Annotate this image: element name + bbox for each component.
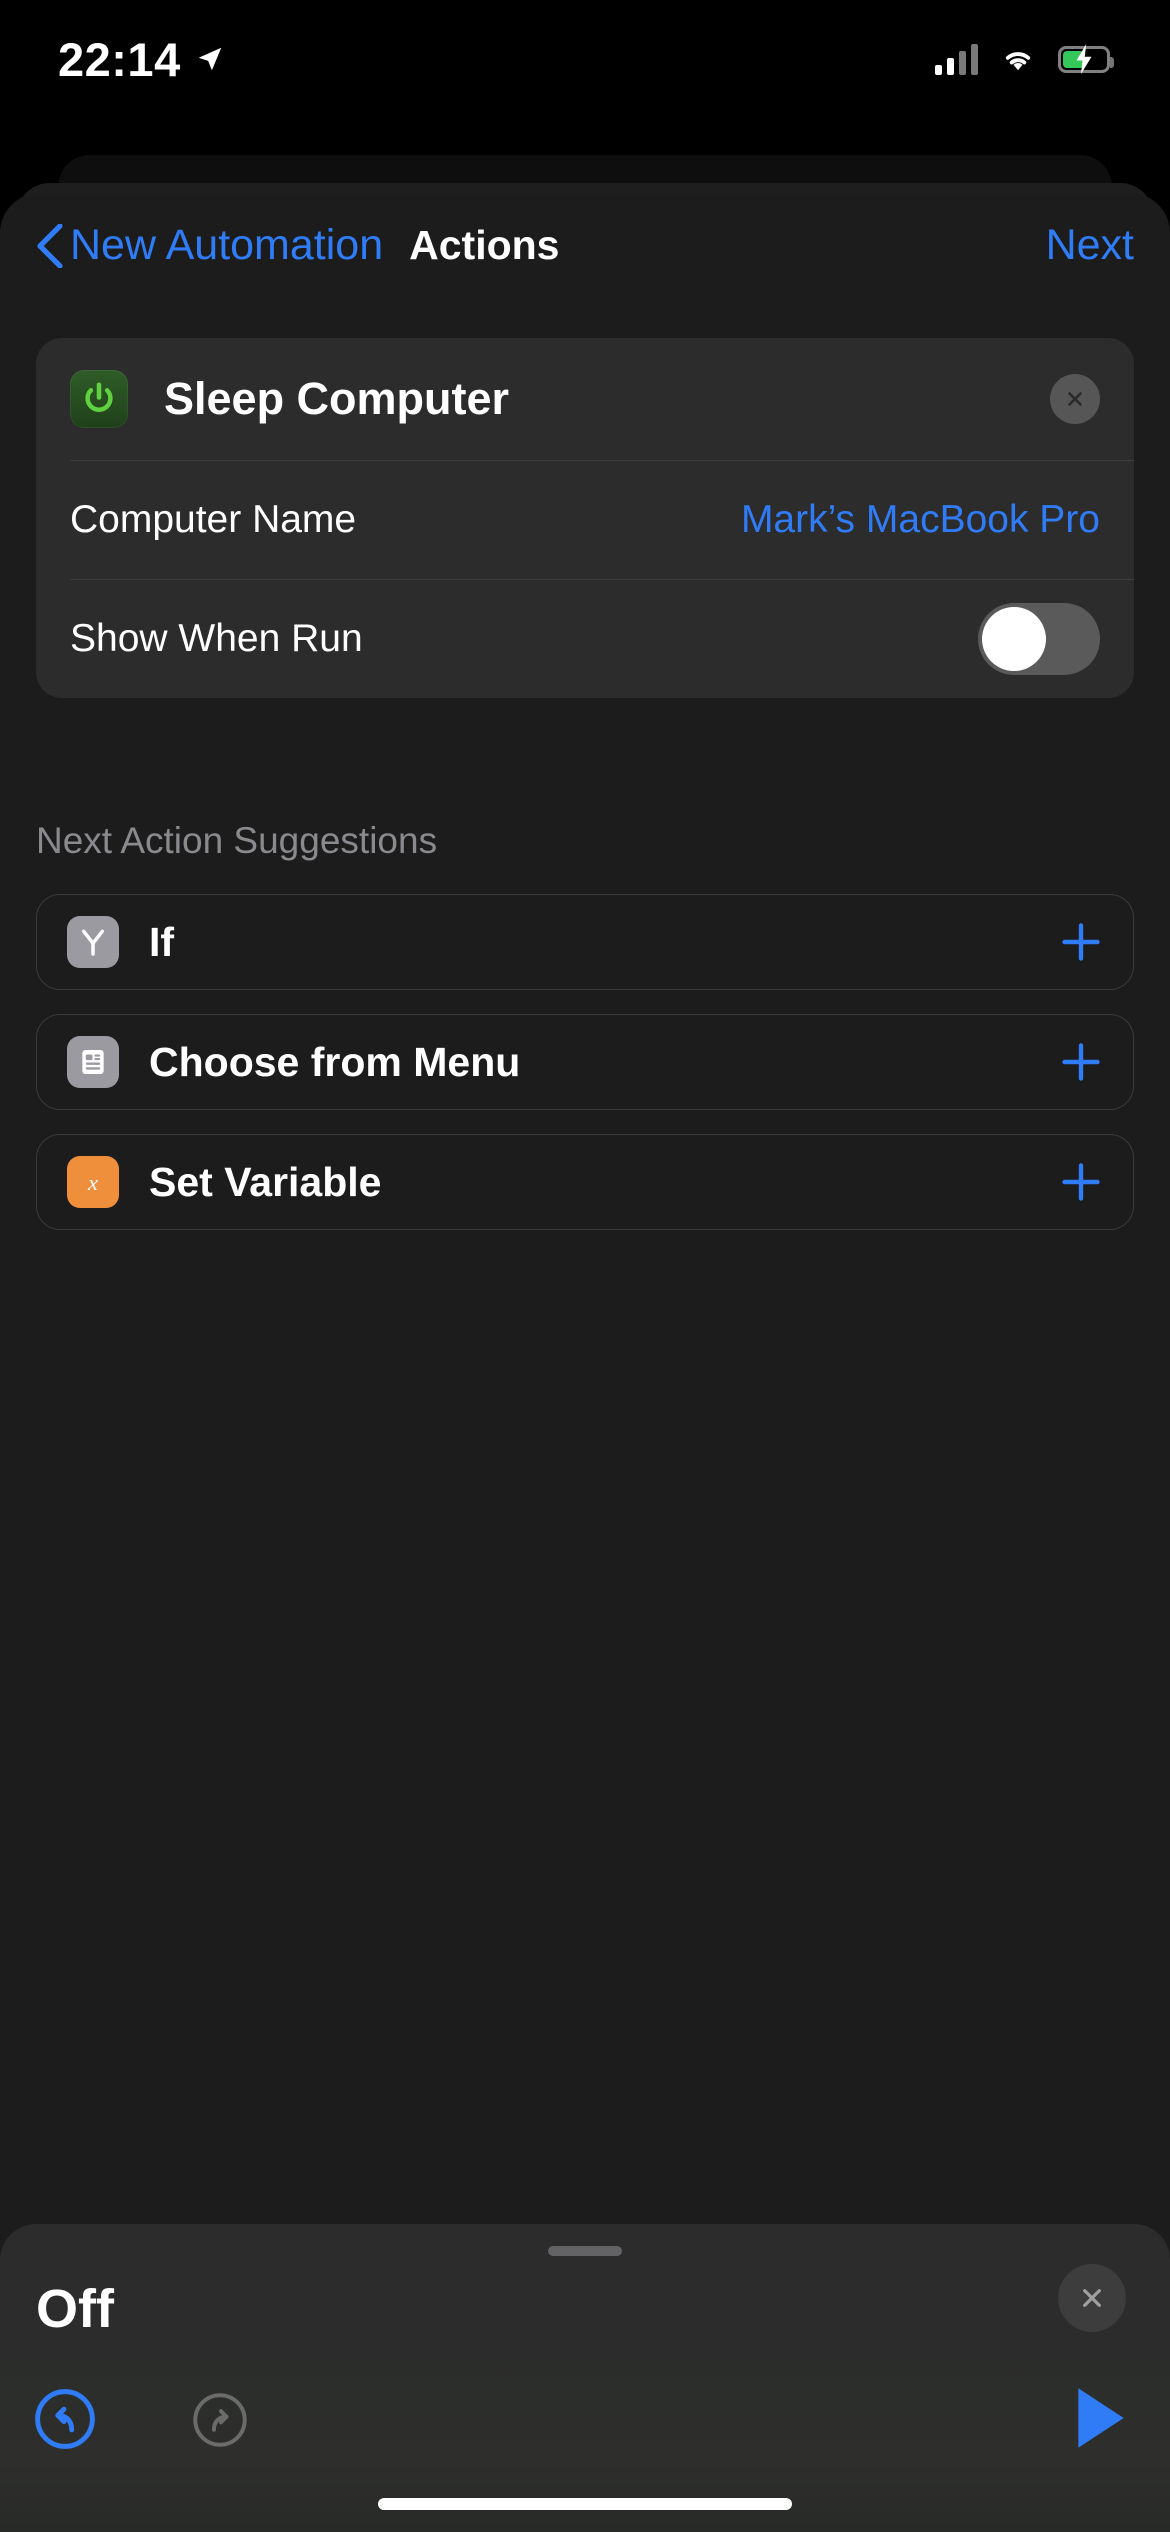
show-when-run-toggle[interactable] — [978, 603, 1100, 675]
suggestion-item-set-variable[interactable]: x Set Variable — [36, 1134, 1134, 1230]
battery-charging-icon — [1058, 44, 1114, 74]
bottom-sheet: Off — [0, 2224, 1170, 2358]
close-glyph-icon — [1083, 2289, 1101, 2307]
svg-text:x: x — [87, 1170, 98, 1195]
power-icon — [70, 370, 128, 428]
cellular-signal-icon — [935, 43, 978, 75]
plus-icon[interactable] — [1059, 1160, 1103, 1204]
status-bar-left: 22:14 — [58, 32, 225, 87]
computer-name-label: Computer Name — [70, 498, 357, 541]
phone-screen: 22:14 New Automation Actions Next Sleep … — [0, 0, 1170, 2532]
branch-icon — [67, 916, 119, 968]
menu-list-icon — [67, 1036, 119, 1088]
redo-icon[interactable] — [192, 2392, 248, 2448]
computer-name-row[interactable]: Computer Name Mark’s MacBook Pro — [36, 461, 1134, 579]
suggestion-item-if[interactable]: If — [36, 894, 1134, 990]
computer-name-value[interactable]: Mark’s MacBook Pro — [741, 498, 1100, 542]
suggestion-label: If — [149, 918, 175, 965]
menu-list-glyph-icon — [82, 1050, 104, 1074]
toggle-knob — [982, 607, 1046, 671]
bottom-sheet-title: Off — [36, 2279, 114, 2339]
close-glyph-icon — [1068, 392, 1082, 406]
play-icon[interactable] — [1072, 2384, 1130, 2452]
show-when-run-row: Show When Run — [36, 580, 1134, 698]
next-button[interactable]: Next — [1046, 221, 1134, 270]
location-arrow-icon — [198, 47, 221, 71]
action-card-header[interactable]: Sleep Computer — [36, 338, 1134, 460]
suggestion-label: Set Variable — [149, 1158, 382, 1205]
actions-screen: New Automation Actions Next Sleep Comput… — [0, 193, 1170, 2323]
drag-handle[interactable] — [548, 2246, 622, 2256]
close-icon[interactable] — [1058, 2264, 1126, 2332]
suggestions-list: If Choose from Menu x Set Variable — [36, 894, 1134, 1230]
plus-icon[interactable] — [1059, 1040, 1103, 1084]
navigation-bar: New Automation Actions Next — [0, 193, 1170, 298]
status-bar: 22:14 — [0, 0, 1170, 118]
page-title: Actions — [409, 222, 560, 268]
bolt-icon — [1076, 44, 1092, 74]
back-button-label: New Automation — [70, 221, 384, 269]
power-glyph-icon — [85, 382, 113, 412]
action-title: Sleep Computer — [164, 373, 510, 424]
show-when-run-label: Show When Run — [70, 617, 363, 660]
back-button[interactable]: New Automation — [36, 221, 383, 270]
variable-x-icon: x — [67, 1156, 119, 1208]
suggestions-heading: Next Action Suggestions — [36, 820, 438, 861]
suggestion-label: Choose from Menu — [149, 1038, 521, 1085]
branch-glyph-icon — [81, 929, 105, 956]
status-bar-clock: 22:14 — [58, 32, 181, 86]
chevron-left-icon — [37, 223, 63, 268]
undo-icon[interactable] — [34, 2388, 96, 2450]
suggestion-item-choose-from-menu[interactable]: Choose from Menu — [36, 1014, 1134, 1110]
home-indicator — [378, 2498, 792, 2510]
bottom-toolbar — [0, 2358, 1170, 2532]
wifi-icon — [1005, 52, 1031, 71]
action-card: Sleep Computer Computer Name Mark’s MacB… — [36, 338, 1134, 698]
close-circle-icon[interactable] — [1050, 374, 1100, 424]
variable-x-glyph-icon: x — [87, 1170, 98, 1195]
status-bar-right — [935, 43, 1114, 75]
plus-icon[interactable] — [1059, 920, 1103, 964]
